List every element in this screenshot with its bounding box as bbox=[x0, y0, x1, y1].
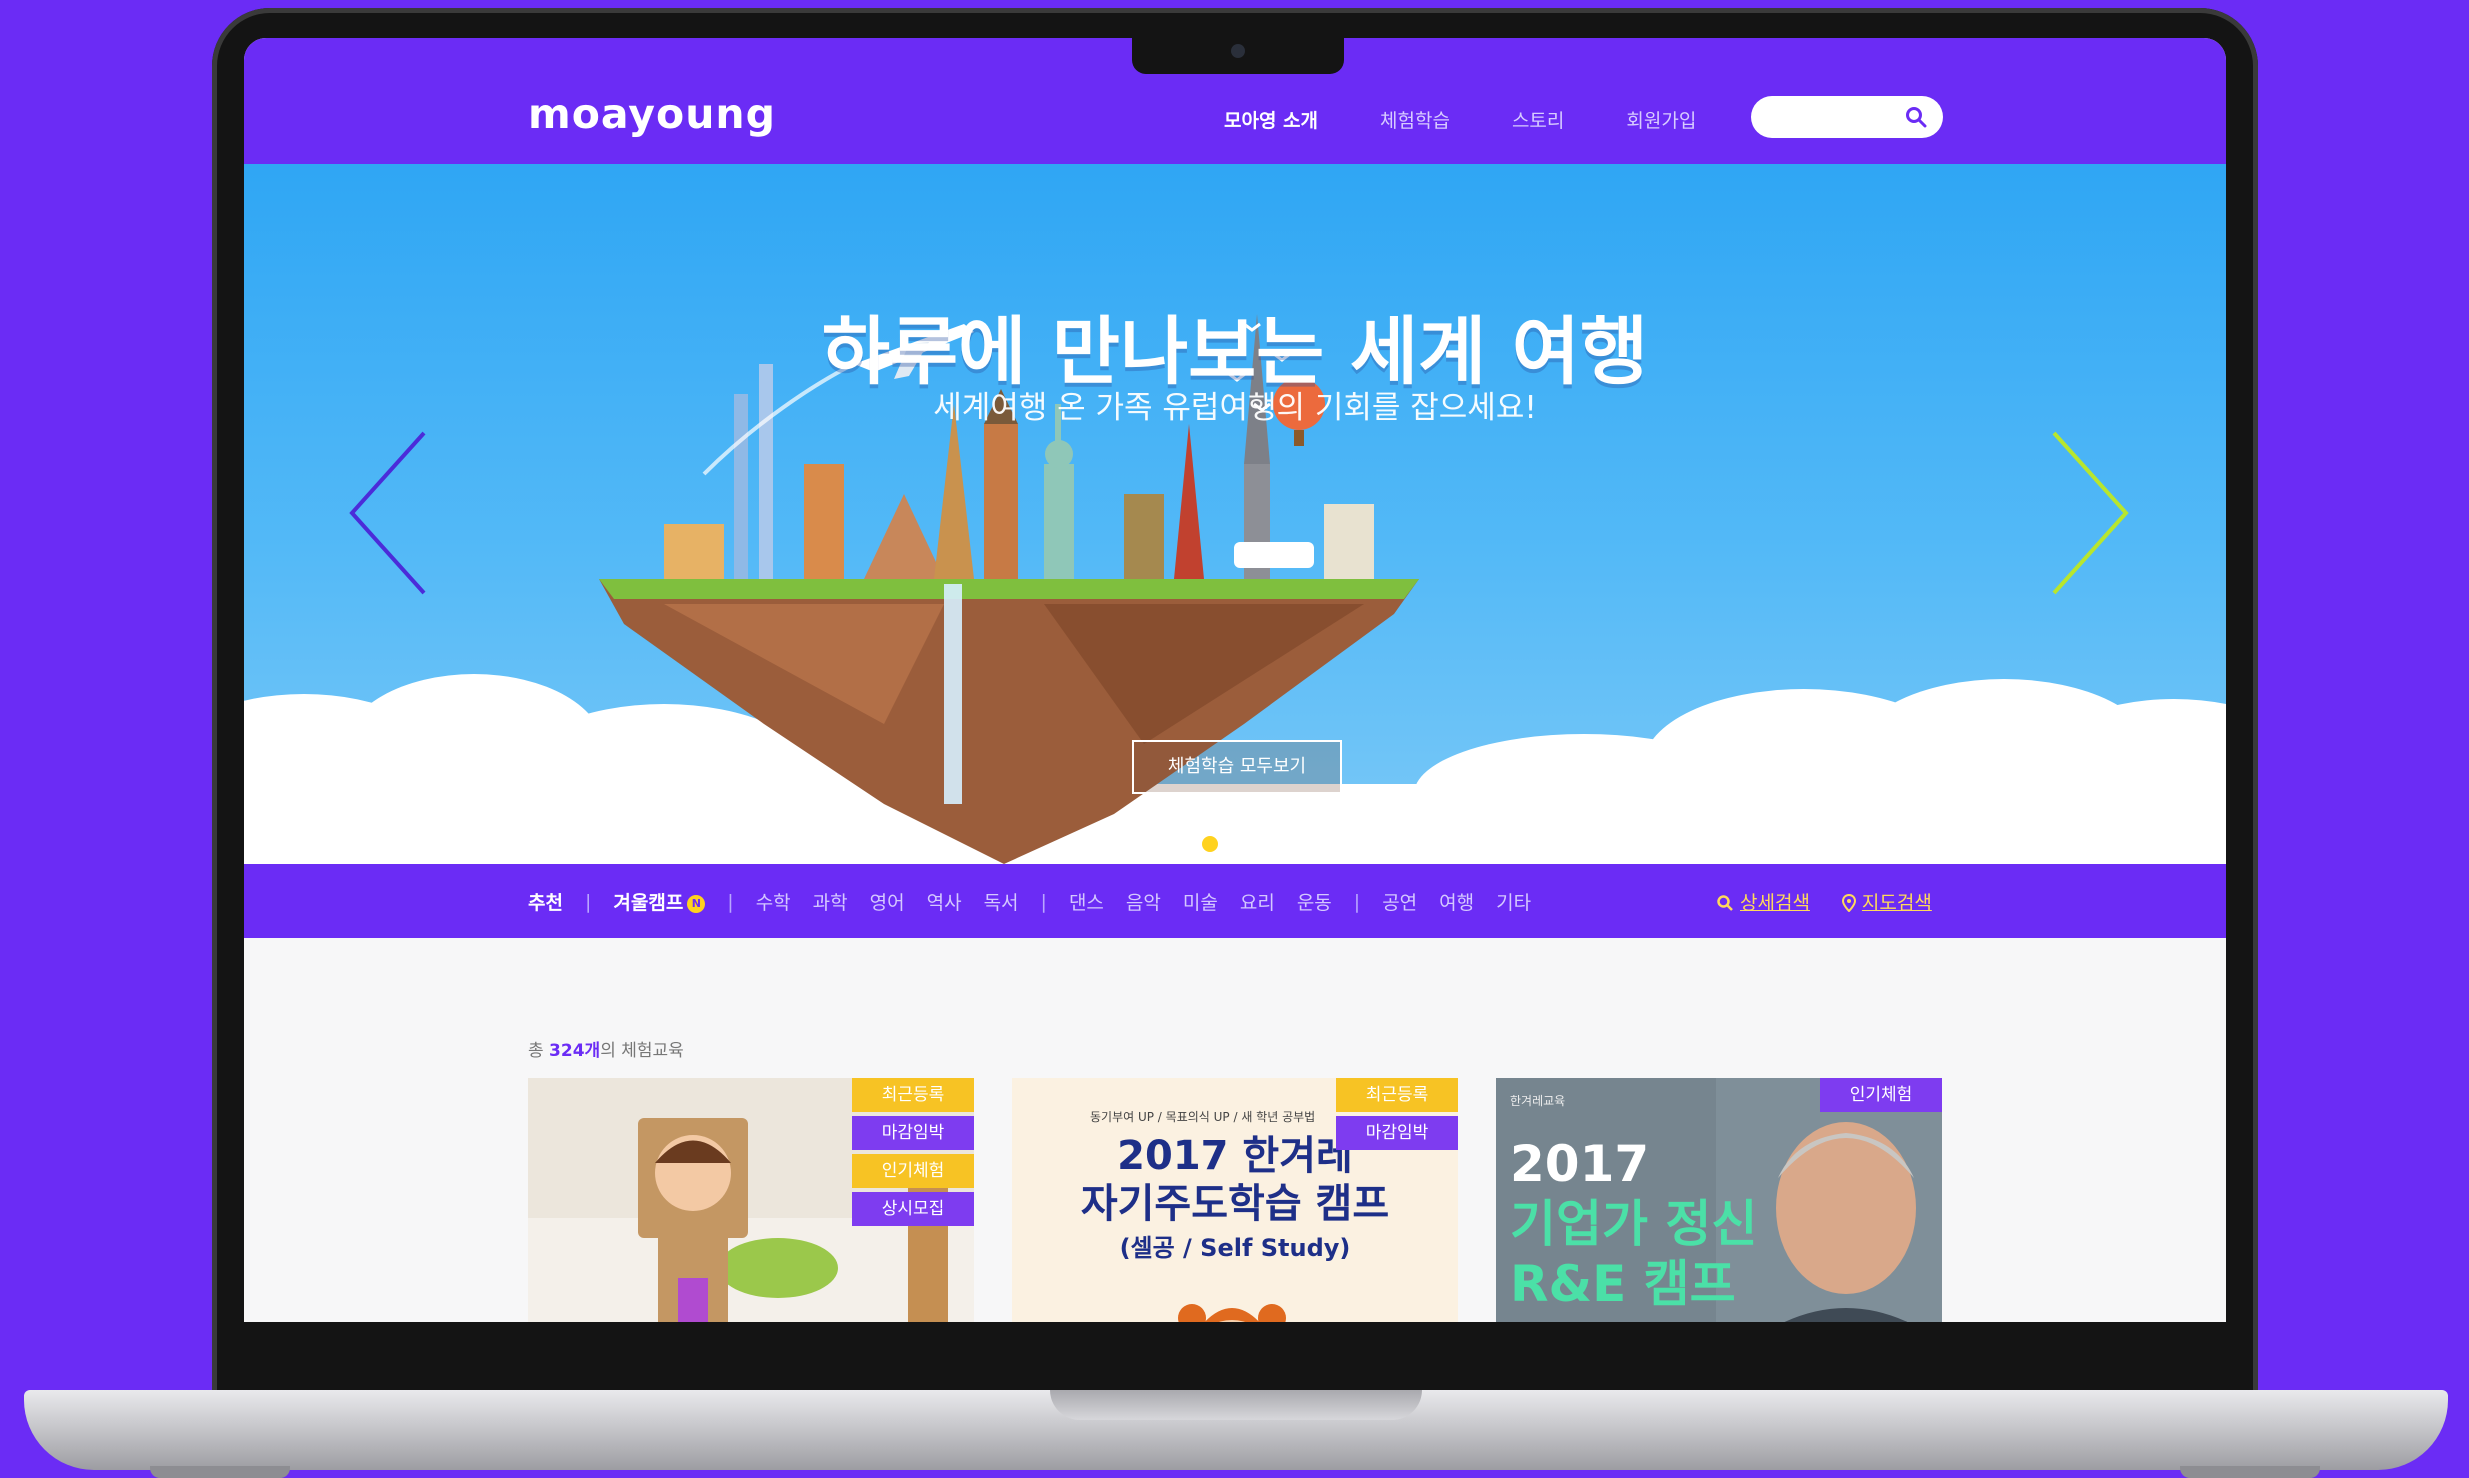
category-winter-camp-label: 겨울캠프 bbox=[613, 892, 684, 914]
category-winter-camp[interactable]: 겨울캠프 N bbox=[613, 888, 706, 915]
nav-item-signup[interactable]: 회원가입 bbox=[1626, 106, 1696, 133]
experience-card-1[interactable]: 최근등록 마감임박 인기체험 상시모집 bbox=[528, 1078, 974, 1322]
category-math[interactable]: 수학 bbox=[756, 888, 791, 915]
detail-search-link[interactable]: 상세검색 bbox=[1716, 888, 1810, 915]
category-history[interactable]: 역사 bbox=[927, 888, 962, 915]
nav-item-experience[interactable]: 체험학습 bbox=[1380, 106, 1450, 133]
category-recommend[interactable]: 추천 bbox=[528, 888, 563, 915]
category-reading[interactable]: 독서 bbox=[984, 888, 1019, 915]
total-suffix: 의 체험교육 bbox=[600, 1041, 684, 1061]
total-prefix: 총 bbox=[528, 1041, 544, 1061]
map-search-link[interactable]: 지도검색 bbox=[1841, 888, 1932, 915]
tag-closing-soon: 마감임박 bbox=[852, 1116, 974, 1150]
map-pin-icon bbox=[1841, 894, 1856, 912]
card-tags: 인기체험 bbox=[1820, 1078, 1942, 1112]
card-kicker: 동기부여 UP / 목표의식 UP / 새 학년 공부법 bbox=[1090, 1110, 1316, 1124]
laptop-foot-left bbox=[150, 1466, 290, 1478]
slide-dot-3[interactable] bbox=[1258, 836, 1274, 852]
category-english[interactable]: 영어 bbox=[870, 888, 905, 915]
divider: | bbox=[1040, 890, 1047, 913]
tag-closing-soon: 마감임박 bbox=[1336, 1116, 1458, 1150]
total-count-text: 총 324개의 체험교육 bbox=[528, 1036, 684, 1061]
nav-item-story[interactable]: 스토리 bbox=[1512, 106, 1564, 133]
tag-popular: 인기체험 bbox=[852, 1154, 974, 1188]
category-dance[interactable]: 댄스 bbox=[1069, 888, 1104, 915]
divider: | bbox=[727, 890, 734, 913]
next-slide-arrow-icon[interactable] bbox=[2044, 428, 2134, 598]
search-icon[interactable] bbox=[1905, 106, 1927, 128]
main-nav: 모아영 소개 체험학습 스토리 회원가입 bbox=[1224, 106, 1758, 133]
card-title: 2017 기업가 정신 R&E 캠프 bbox=[1510, 1134, 1757, 1314]
hero-banner: 하루에 만나보는 세계 여행 세계여행 온 가족 유럽여행의 기회를 잡으세요!… bbox=[244, 164, 2226, 864]
card-subtitle: (셀공 / Self Study) bbox=[1119, 1234, 1351, 1262]
hero-subtitle: 세계여행 온 가족 유럽여행의 기회를 잡으세요! bbox=[933, 390, 1537, 426]
category-list: 추천 | 겨울캠프 N | 수학 과학 영어 역사 독서 | 댄스 음악 미술 요… bbox=[528, 888, 1553, 915]
category-bar: 추천 | 겨울캠프 N | 수학 과학 영어 역사 독서 | 댄스 음악 미술 요… bbox=[244, 864, 2226, 938]
card-title-line-2: 자기주도학습 캠프 bbox=[1080, 1181, 1390, 1227]
divider: | bbox=[1353, 890, 1361, 913]
browser-screen: moayoung 모아영 소개 체험학습 스토리 회원가입 하루에 만나보는 세… bbox=[244, 38, 2226, 1322]
tag-always-open: 상시모집 bbox=[852, 1192, 974, 1226]
detail-search-label: 상세검색 bbox=[1740, 892, 1810, 914]
total-count: 324개 bbox=[549, 1041, 601, 1061]
camera-icon bbox=[1231, 44, 1245, 58]
camera-notch bbox=[1132, 36, 1344, 74]
search-box bbox=[1751, 96, 1943, 140]
map-search-label: 지도검색 bbox=[1861, 892, 1932, 914]
slide-indicators bbox=[1202, 836, 1274, 852]
card-title-line-2: 기업가 정신 bbox=[1510, 1195, 1758, 1253]
category-sports[interactable]: 운동 bbox=[1297, 888, 1332, 915]
search-links: 상세검색 지도검색 bbox=[1716, 888, 1932, 915]
card-tags: 최근등록 마감임박 인기체험 상시모집 bbox=[852, 1078, 974, 1226]
card-tags: 최근등록 마감임박 bbox=[1336, 1078, 1458, 1150]
cartoon-girl-image bbox=[1178, 1304, 1286, 1322]
category-other[interactable]: 기타 bbox=[1496, 888, 1531, 915]
prev-slide-arrow-icon[interactable] bbox=[344, 428, 434, 598]
tag-recent: 최근등록 bbox=[1336, 1078, 1458, 1112]
category-travel[interactable]: 여행 bbox=[1439, 888, 1474, 915]
laptop-opening-notch bbox=[1050, 1390, 1422, 1420]
category-cooking[interactable]: 요리 bbox=[1240, 888, 1275, 915]
search-input[interactable] bbox=[1767, 96, 1911, 140]
slide-dot-1[interactable] bbox=[1202, 836, 1218, 852]
category-performance[interactable]: 공연 bbox=[1382, 888, 1417, 915]
category-science[interactable]: 과학 bbox=[813, 888, 848, 915]
magnifier-icon bbox=[1717, 895, 1733, 911]
experience-card-2[interactable]: 동기부여 UP / 목표의식 UP / 새 학년 공부법 2017 한겨레 자기… bbox=[1012, 1078, 1458, 1322]
nav-item-about[interactable]: 모아영 소개 bbox=[1224, 106, 1318, 133]
experience-card-3[interactable]: 한겨레교육 2017 기업가 정신 R&E 캠프 인기체험 bbox=[1496, 1078, 1942, 1322]
slide-dot-2[interactable] bbox=[1230, 836, 1246, 852]
laptop-foot-right bbox=[2180, 1466, 2320, 1478]
view-all-experiences-button[interactable]: 체험학습 모두보기 bbox=[1132, 740, 1342, 794]
category-art[interactable]: 미술 bbox=[1183, 888, 1218, 915]
card-kicker: 한겨레교육 bbox=[1510, 1094, 1566, 1108]
new-badge: N bbox=[687, 895, 706, 913]
tag-popular: 인기체험 bbox=[1820, 1078, 1942, 1112]
card-title-line-1: 2017 bbox=[1510, 1135, 1650, 1193]
divider: | bbox=[584, 890, 592, 913]
site-logo[interactable]: moayoung bbox=[528, 90, 776, 138]
category-music[interactable]: 음악 bbox=[1126, 888, 1161, 915]
tag-recent: 최근등록 bbox=[852, 1078, 974, 1112]
card-title-line-3: R&E 캠프 bbox=[1510, 1255, 1736, 1313]
